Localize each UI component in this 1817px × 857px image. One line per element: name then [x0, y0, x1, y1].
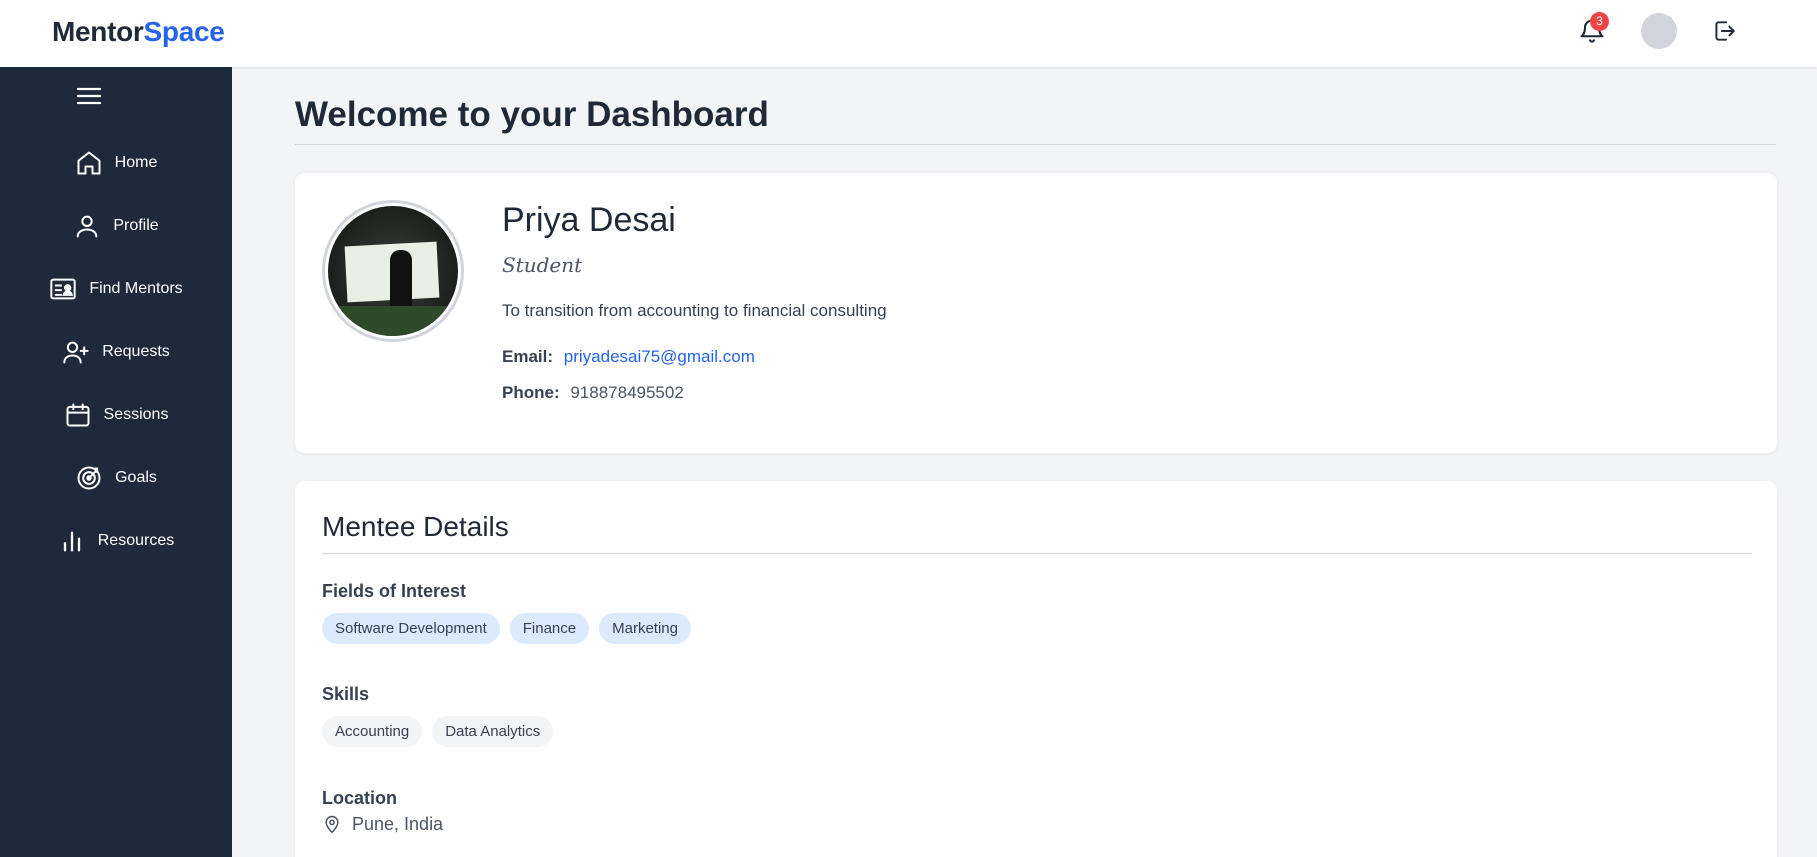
top-bar: MentorSpace 3	[0, 0, 1817, 67]
sidebar-item-label: Find Mentors	[89, 280, 183, 297]
skill-chip: Accounting	[322, 716, 423, 747]
brand-part-2: Space	[143, 16, 225, 47]
sidebar: Home Profile Find Mentors Requests Sessi…	[0, 67, 232, 857]
sidebar-item-profile[interactable]: Profile	[0, 200, 232, 252]
profile-role: Student	[502, 253, 583, 277]
skills-chips: Accounting Data Analytics	[322, 716, 554, 747]
location-label: Location	[322, 788, 397, 808]
skill-chip: Data Analytics	[432, 716, 554, 747]
email-link[interactable]: priyadesai75@gmail.com	[564, 347, 755, 366]
main-content: Welcome to your Dashboard Priya Desai St…	[232, 67, 1817, 857]
brand-part-1: Mentor	[52, 16, 144, 47]
home-icon	[77, 151, 101, 175]
email-label: Email:	[502, 347, 554, 366]
profile-photo	[322, 200, 464, 342]
sidebar-item-sessions[interactable]: Sessions	[0, 389, 232, 441]
phone-row: Phone: 918878495502	[502, 383, 684, 403]
location-row: Pune, India	[322, 813, 443, 835]
sidebar-item-find-mentors[interactable]: Find Mentors	[0, 263, 232, 315]
map-pin-icon	[325, 815, 339, 834]
profile-goal: To transition from accounting to financi…	[502, 301, 887, 320]
hamburger-menu-icon[interactable]	[76, 85, 102, 107]
sidebar-item-label: Sessions	[103, 406, 169, 423]
details-divider	[322, 553, 1752, 554]
id-card-icon	[50, 278, 76, 300]
sidebar-item-label: Goals	[115, 469, 157, 486]
interest-chip: Marketing	[599, 613, 691, 644]
location-value: Pune, India	[352, 813, 444, 834]
interests-label: Fields of Interest	[322, 581, 467, 601]
email-row: Email: priyadesai75@gmail.com	[502, 347, 755, 367]
sidebar-item-home[interactable]: Home	[0, 137, 232, 189]
notification-badge: 3	[1590, 12, 1609, 31]
interest-chip: Finance	[509, 613, 590, 644]
mentee-details-card: Mentee Details Fields of Interest Softwa…	[295, 481, 1777, 857]
interest-chip: Software Development	[322, 613, 500, 644]
user-plus-icon	[63, 341, 89, 364]
brand-logo[interactable]: MentorSpace	[52, 16, 225, 48]
sidebar-item-requests[interactable]: Requests	[0, 326, 232, 378]
sidebar-item-resources[interactable]: Resources	[0, 515, 232, 567]
avatar[interactable]	[1641, 13, 1677, 49]
sidebar-item-label: Profile	[113, 217, 159, 234]
user-icon	[76, 215, 98, 238]
phone-label: Phone:	[502, 383, 560, 402]
profile-name: Priya Desai	[502, 201, 676, 239]
page-title: Welcome to your Dashboard	[295, 95, 769, 134]
bar-chart-icon	[63, 531, 80, 552]
sidebar-item-label: Resources	[97, 532, 175, 549]
target-icon	[77, 466, 101, 490]
phone-value: 918878495502	[570, 383, 684, 402]
logout-icon[interactable]	[1711, 18, 1737, 44]
skills-label: Skills	[322, 684, 370, 704]
interests-chips: Software Development Finance Marketing	[322, 613, 691, 644]
sidebar-item-label: Requests	[102, 343, 170, 360]
sidebar-item-label: Home	[114, 154, 158, 171]
sidebar-item-goals[interactable]: Goals	[0, 452, 232, 504]
mentee-details-title: Mentee Details	[322, 511, 509, 542]
profile-card: Priya Desai Student To transition from a…	[295, 173, 1777, 453]
title-divider	[295, 144, 1776, 145]
calendar-icon	[66, 403, 90, 427]
